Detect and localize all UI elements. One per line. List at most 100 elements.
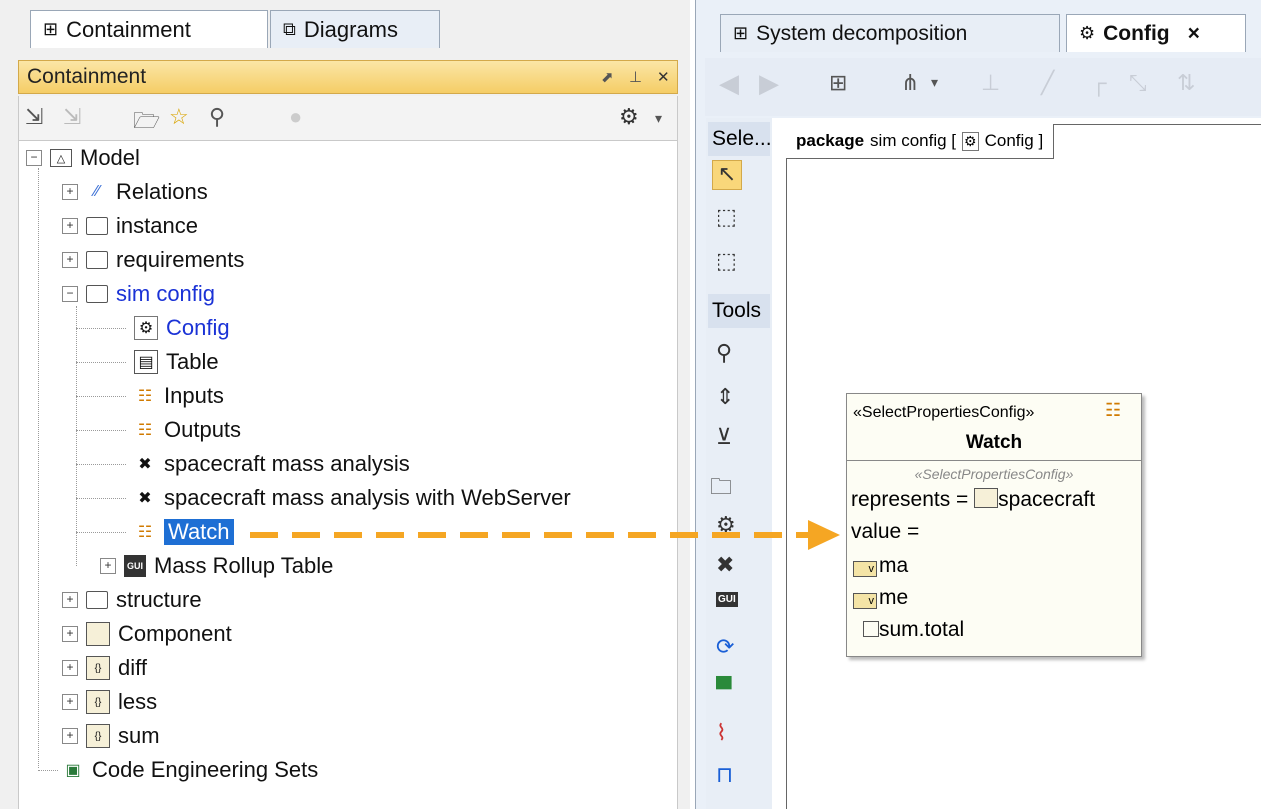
node-compartment-stereotype: «SelectPropertiesConfig» (914, 466, 1074, 482)
close-tab-button[interactable]: × (1188, 22, 1200, 46)
model-icon: △ (50, 149, 72, 167)
tree-item-sim-config[interactable]: − sim config (62, 278, 215, 310)
expand-toggle[interactable]: + (62, 184, 78, 200)
chevron-down-icon[interactable]: ▾ (931, 74, 938, 91)
gui-icon[interactable]: GUI (716, 592, 738, 607)
config-gear-icon: ⚙ (962, 131, 979, 151)
tree-item-diff[interactable]: + {} diff (62, 652, 147, 684)
palette-group-tools[interactable]: Tools (708, 294, 770, 328)
tree-item-spacecraft-mass-analysis[interactable]: ✖ spacecraft mass analysis (134, 448, 409, 480)
tree-item-watch[interactable]: ☷ Watch (134, 516, 234, 548)
tree-item-less[interactable]: + {} less (62, 686, 157, 718)
image-icon[interactable]: ▀ (716, 676, 732, 702)
containment-header: Containment ⬈ ⊥ ✕ (18, 60, 678, 94)
watch-node[interactable]: «SelectPropertiesConfig» ☷ Watch «Select… (846, 393, 1142, 657)
tab-config-label: Config (1103, 21, 1170, 45)
expand-toggle[interactable]: + (62, 218, 78, 234)
node-name: Watch (965, 432, 1023, 453)
expand-toggle[interactable]: + (62, 626, 78, 642)
back-arrow-icon[interactable]: ◀ (719, 68, 739, 99)
close-icon[interactable]: ✕ (657, 68, 670, 86)
pointer-icon[interactable]: ↖ (712, 160, 742, 190)
undock-icon[interactable]: ⬈ (601, 68, 614, 86)
collapse-all-icon[interactable]: ⇲ (25, 104, 43, 130)
chevron-down-icon[interactable]: ▾ (655, 110, 662, 127)
containment-title: Containment (27, 65, 147, 88)
refresh-icon[interactable]: ⟳ (716, 634, 734, 660)
star-icon[interactable]: ☆ (169, 104, 189, 130)
expand-all-icon[interactable]: ⇲ (63, 104, 81, 130)
align-icon[interactable]: ⊥ (981, 70, 1000, 96)
represents-row: represents = spacecraft (851, 488, 1096, 511)
tree-item-spacecraft-mass-analysis-web[interactable]: ✖ spacecraft mass analysis with WebServe… (134, 482, 570, 514)
table-icon: ▤ (134, 350, 158, 374)
line-style-icon[interactable]: ╱ (1041, 70, 1054, 96)
diagrams-icon: ⧉ (283, 19, 296, 39)
tab-containment[interactable]: ⊞ Containment (30, 10, 268, 48)
tree-item-instance[interactable]: + instance (62, 210, 198, 242)
frame-name: sim config [ (870, 131, 957, 150)
folder-icon (86, 251, 108, 269)
constraint-block-icon: {} (86, 656, 110, 680)
tab-diagrams[interactable]: ⧉ Diagrams (270, 10, 440, 48)
expand-toggle[interactable]: + (62, 728, 78, 744)
chart-icon[interactable]: ⌇ (716, 720, 727, 746)
containment-tree-icon[interactable]: ⊞ (829, 70, 847, 96)
select-group-icon[interactable]: ⬚ (716, 248, 737, 274)
layout-icon[interactable]: ⋔ (901, 70, 919, 96)
expand-toggle[interactable]: + (100, 558, 116, 574)
mapping-arrow (250, 520, 840, 550)
config-gear-icon: ⚙ (134, 316, 158, 340)
containment-toolbar: ⇲ ⇲ 🗁 ☆ ⚲ ● ⚙ ▾ (18, 96, 678, 140)
open-folder-icon[interactable]: 🗁 (133, 104, 160, 142)
watch-node-header: «SelectPropertiesConfig» ☷ Watch (847, 394, 1141, 461)
palette-group-selection[interactable]: Sele... (708, 122, 772, 156)
tree-item-structure[interactable]: + structure (62, 584, 202, 616)
marquee-select-icon[interactable]: ⬚ (716, 204, 737, 230)
search-icon[interactable]: ⚲ (209, 104, 225, 130)
split-icon[interactable]: ⇕ (716, 384, 734, 410)
diagram-palette: Sele... ↖ ⬚ ⬚ Tools ⚲ ⇕ ⊻ 🗀 ⚙ ✖ GUI ⟳ ▀ … (706, 118, 773, 809)
expand-toggle[interactable]: + (62, 694, 78, 710)
forward-arrow-icon[interactable]: ▶ (759, 68, 779, 99)
distribute-icon[interactable]: ⊻ (716, 424, 732, 450)
block-icon (974, 488, 999, 508)
folder-icon (86, 591, 108, 609)
expand-toggle[interactable]: + (62, 592, 78, 608)
tree-item-inputs[interactable]: ☷ Inputs (134, 380, 224, 412)
tree-item-component[interactable]: + Component (62, 618, 232, 650)
value-item-sum-total: sum.total (853, 618, 964, 642)
expand-toggle[interactable]: + (62, 660, 78, 676)
route-icon[interactable]: ⇅ (1177, 70, 1195, 96)
tab-containment-label: Containment (66, 16, 191, 42)
tab-diagrams-label: Diagrams (303, 16, 398, 42)
tree-item-table[interactable]: ▤ Table (134, 346, 219, 378)
tree-item-relations[interactable]: + ⁄⁄ Relations (62, 176, 208, 208)
value-item-ma: v ma (853, 554, 908, 578)
oblique-icon[interactable]: ⤡ (1129, 70, 1147, 96)
tree-item-outputs[interactable]: ☷ Outputs (134, 414, 241, 446)
tree-item-mass-rollup-table[interactable]: + GUI Mass Rollup Table (100, 550, 333, 582)
tools-icon[interactable]: ✖ (716, 552, 734, 578)
property-list-icon: ☷ (137, 388, 153, 405)
tab-system-decomposition[interactable]: ⊞ System decomposition (720, 14, 1060, 52)
tree-item-model[interactable]: − △ Model (26, 142, 140, 174)
collapse-toggle[interactable]: − (62, 286, 78, 302)
pin-icon[interactable]: ⊥ (629, 68, 642, 86)
value-label: value = (851, 520, 920, 543)
tab-config[interactable]: ⚙ Config × (1066, 14, 1246, 52)
tree-item-sum[interactable]: + {} sum (62, 720, 160, 752)
stamp-icon[interactable]: ⚲ (716, 340, 732, 366)
package-icon[interactable]: 🗀 (710, 470, 732, 508)
frame-icon[interactable]: ⊓ (716, 762, 733, 788)
tree-item-requirements[interactable]: + requirements (62, 244, 244, 276)
code-engineering-icon: ▣ (65, 762, 81, 779)
expand-toggle[interactable]: + (62, 252, 78, 268)
hierarchy-icon: ⊞ (733, 23, 749, 43)
sync-icon[interactable]: ● (289, 104, 302, 130)
rectilinear-icon[interactable]: ┌ (1091, 70, 1107, 96)
tree-item-config[interactable]: ⚙ Config (134, 312, 230, 344)
gear-icon[interactable]: ⚙ (619, 104, 639, 130)
tree-item-code-engineering-sets[interactable]: ▣ Code Engineering Sets (62, 754, 318, 786)
collapse-toggle[interactable]: − (26, 150, 42, 166)
